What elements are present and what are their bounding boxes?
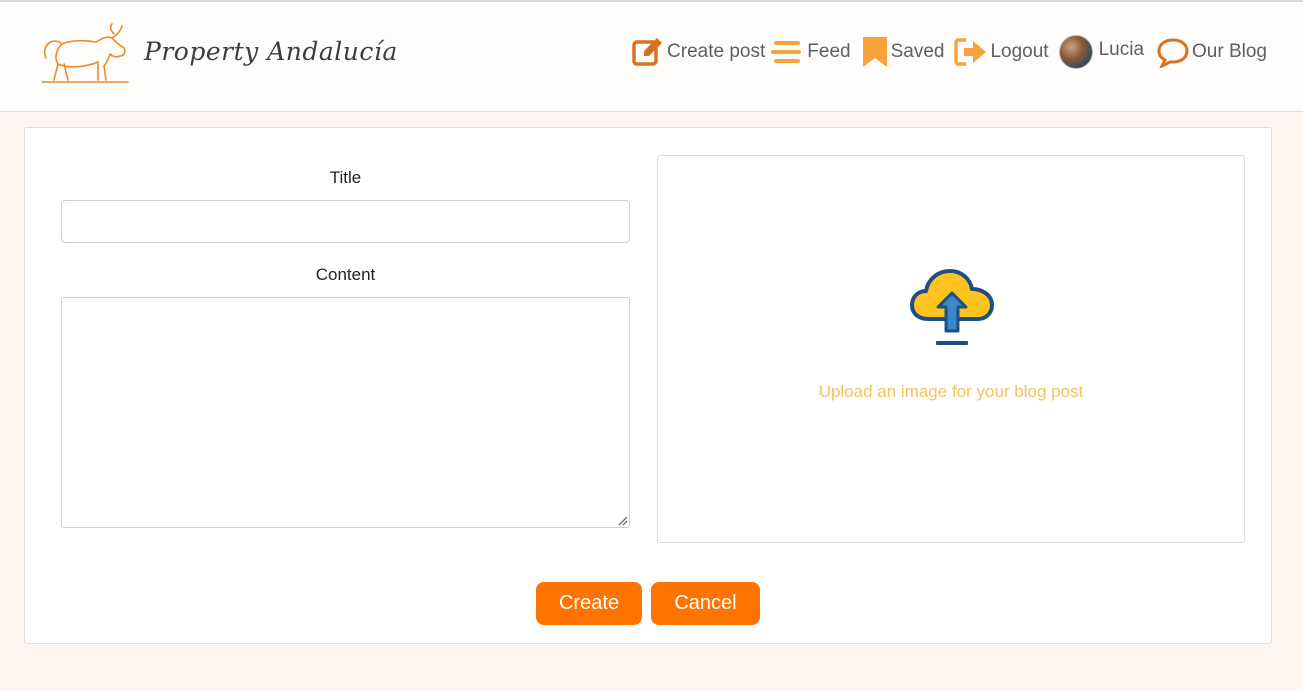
title-input[interactable]: [61, 200, 630, 243]
create-post-card: Title Content Upload an image for your b…: [24, 127, 1272, 644]
resize-grip-icon[interactable]: [616, 514, 628, 526]
create-button[interactable]: Create: [536, 582, 642, 625]
nav-feed[interactable]: Feed: [771, 37, 851, 67]
content-label: Content: [315, 265, 376, 284]
nav-saved[interactable]: Saved: [861, 35, 945, 69]
nav-create-post-label: Create post: [667, 41, 766, 62]
main-nav: Create post Feed Saved Logout Lucia Our …: [625, 32, 1267, 72]
nav-our-blog[interactable]: Our Blog: [1156, 36, 1267, 68]
upload-instructions: Upload an image for your blog post: [818, 382, 1084, 401]
logout-icon: [954, 36, 988, 68]
bookmark-icon: [861, 35, 889, 69]
brand[interactable]: Property Andalucía: [40, 20, 398, 86]
navbar: Property Andalucía Create post Feed Save…: [0, 2, 1303, 112]
nav-feed-label: Feed: [807, 41, 851, 62]
brand-name: Property Andalucía: [144, 36, 398, 66]
image-upload-dropzone[interactable]: Upload an image for your blog post: [657, 155, 1245, 543]
cloud-upload-icon: [910, 269, 994, 345]
cancel-button[interactable]: Cancel: [651, 582, 760, 625]
nav-user[interactable]: Lucia: [1058, 35, 1145, 69]
nav-user-label: Lucia: [1098, 39, 1145, 60]
nav-logout[interactable]: Logout: [954, 36, 1049, 68]
nav-our-blog-label: Our Blog: [1192, 41, 1267, 62]
bull-logo: [41, 23, 129, 83]
nav-create-post[interactable]: Create post: [631, 35, 765, 69]
nav-logout-label: Logout: [990, 41, 1049, 62]
speech-bubble-icon: [1156, 36, 1190, 68]
avatar: [1058, 35, 1093, 69]
menu-bars-icon: [771, 37, 805, 67]
nav-saved-label: Saved: [890, 41, 945, 62]
content-textarea[interactable]: [61, 297, 630, 528]
title-label: Title: [329, 168, 362, 187]
edit-icon: [631, 35, 665, 69]
